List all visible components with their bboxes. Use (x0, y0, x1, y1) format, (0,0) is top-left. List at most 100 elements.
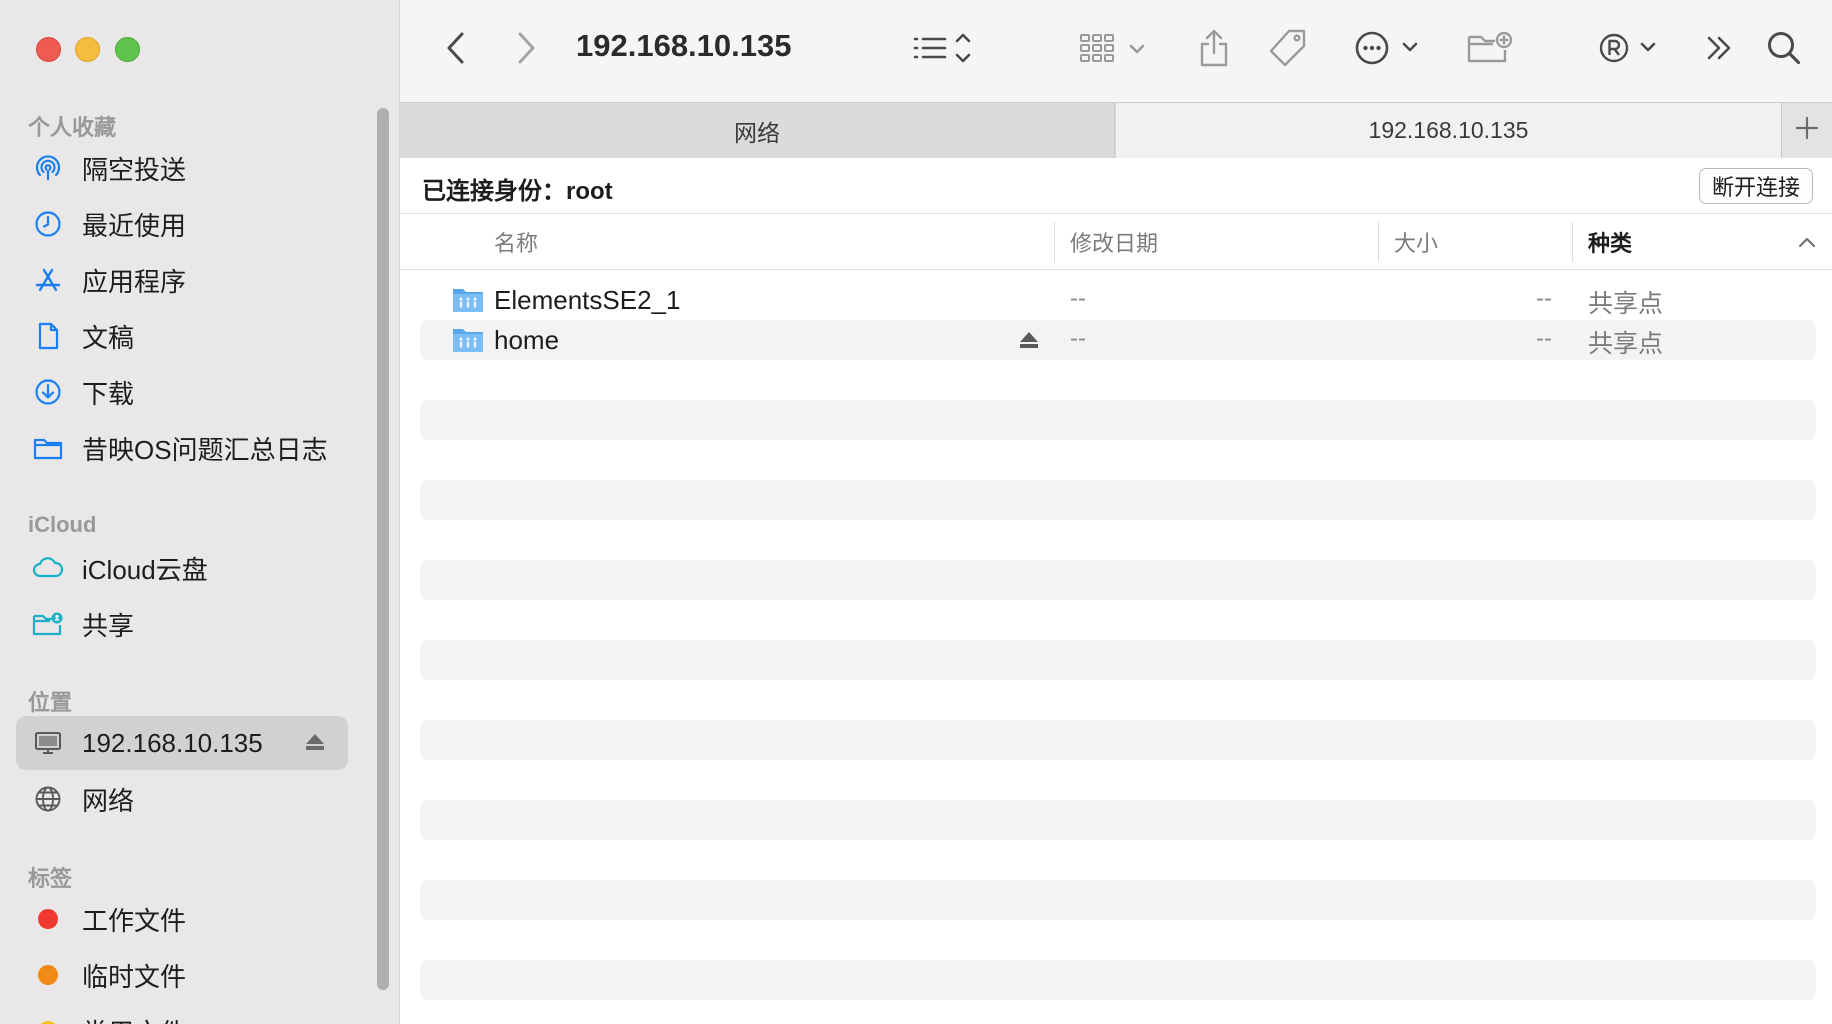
registered-button[interactable] (1596, 20, 1666, 80)
disconnect-button[interactable]: 断开连接 (1698, 168, 1813, 204)
sidebar-item-label: 常用文件 (82, 1013, 186, 1024)
search-button[interactable] (1762, 20, 1806, 80)
file-name: home (494, 325, 560, 355)
sidebar-item-label: 隔空投送 (82, 154, 187, 185)
forward-icon (515, 31, 537, 70)
download-icon (26, 365, 70, 419)
close-window-button[interactable] (36, 37, 61, 62)
file-modified: -- (1070, 285, 1086, 312)
applications-icon (26, 253, 70, 307)
globe-icon (26, 772, 70, 826)
sidebar-item-label: 共享 (82, 610, 135, 641)
minimize-window-button[interactable] (75, 37, 100, 62)
folder-icon (26, 421, 70, 475)
group-button[interactable] (1078, 20, 1154, 80)
file-kind: 共享点 (1588, 330, 1664, 358)
sidebar-section-icloud: iCloud (28, 512, 97, 537)
file-size: -- (1536, 325, 1552, 352)
document-icon (26, 309, 70, 363)
cloud-icon (26, 541, 70, 595)
grid-view-icon (1078, 31, 1154, 70)
column-size[interactable]: 大小 (1394, 214, 1438, 269)
toolbar: 192.168.10.135 (400, 0, 1832, 102)
eject-icon[interactable] (304, 732, 326, 757)
sidebar-item-downloads[interactable]: 下载 (16, 365, 348, 419)
column-name[interactable]: 名称 (494, 214, 538, 269)
overflow-icon (1703, 33, 1737, 68)
column-divider[interactable] (1378, 222, 1379, 262)
new-folder-button[interactable] (1466, 20, 1514, 80)
shared-folder-icon (452, 326, 484, 359)
sidebar: 个人收藏 隔空投送 最近使用 应用程序 文稿 下载 昔映OS问题汇总日志 iCl… (0, 0, 400, 1024)
registered-icon (1596, 30, 1666, 71)
sidebar-item-label: 临时文件 (82, 961, 187, 992)
sidebar-item-label: 昔映OS问题汇总日志 (82, 434, 328, 465)
shared-folder-icon (26, 597, 70, 651)
sidebar-section-favorites: 个人收藏 (28, 115, 117, 140)
column-header: 名称 修改日期 大小 种类 (400, 214, 1832, 270)
plus-icon (1795, 116, 1819, 145)
sidebar-section-tags: 标签 (28, 866, 73, 891)
empty-row-stripe (420, 560, 1816, 600)
view-options-button[interactable] (910, 20, 990, 80)
table-row[interactable]: ElementsSE2_1 -- -- 共享点 (420, 280, 1816, 320)
sidebar-item-tag-common[interactable]: 常用文件 (16, 1004, 348, 1024)
new-tab-button[interactable] (1781, 103, 1832, 158)
file-kind: 共享点 (1588, 290, 1664, 318)
forward-button[interactable] (506, 20, 546, 80)
connection-status: 已连接身份：root (422, 178, 613, 205)
tab-network[interactable]: 网络 (400, 103, 1115, 158)
empty-row-stripe (420, 960, 1816, 1000)
more-actions-button[interactable] (1354, 20, 1424, 80)
sidebar-item-tag-work[interactable]: 工作文件 (16, 892, 348, 946)
sidebar-item-documents[interactable]: 文稿 (16, 309, 348, 363)
table-row[interactable]: home -- -- 共享点 (420, 320, 1816, 360)
connection-bar: 已连接身份：root 断开连接 (400, 158, 1832, 214)
file-name: ElementsSE2_1 (494, 285, 681, 315)
sidebar-section-locations: 位置 (28, 690, 73, 715)
back-icon (445, 31, 467, 70)
tab-server[interactable]: 192.168.10.135 (1116, 103, 1781, 158)
sort-ascending-icon[interactable] (1798, 214, 1816, 269)
share-button[interactable] (1194, 20, 1234, 80)
empty-row-stripe (420, 400, 1816, 440)
sidebar-item-label: 最近使用 (82, 210, 187, 241)
sidebar-item-tag-temp[interactable]: 临时文件 (16, 948, 348, 1002)
empty-row-stripe (420, 640, 1816, 680)
sidebar-item-label: 下载 (82, 378, 135, 409)
shared-folder-icon (452, 286, 484, 319)
sidebar-scrollbar[interactable] (377, 108, 389, 990)
sidebar-item-label: 工作文件 (82, 905, 187, 936)
eject-icon[interactable] (1018, 330, 1040, 355)
window-title: 192.168.10.135 (576, 28, 792, 63)
sidebar-item-applications[interactable]: 应用程序 (16, 253, 348, 307)
tag-button[interactable] (1266, 20, 1310, 80)
new-folder-icon (1466, 30, 1514, 71)
tab-bar: 网络 192.168.10.135 (400, 102, 1832, 158)
tag-icon (1267, 27, 1309, 74)
column-divider[interactable] (1572, 222, 1573, 262)
sidebar-item-airdrop[interactable]: 隔空投送 (16, 141, 348, 195)
column-modified[interactable]: 修改日期 (1070, 214, 1158, 269)
column-kind[interactable]: 种类 (1588, 214, 1632, 269)
sidebar-item-icloud-drive[interactable]: iCloud云盘 (16, 541, 348, 595)
server-icon (26, 716, 70, 770)
zoom-window-button[interactable] (115, 37, 140, 62)
sidebar-item-folder[interactable]: 昔映OS问题汇总日志 (16, 421, 348, 475)
column-divider[interactable] (1054, 222, 1055, 262)
sidebar-item-label: 应用程序 (82, 266, 187, 297)
sidebar-item-shared[interactable]: 共享 (16, 597, 348, 651)
sidebar-item-label: 文稿 (82, 322, 135, 353)
back-button[interactable] (436, 20, 476, 80)
overflow-button[interactable] (1700, 20, 1740, 80)
empty-row-stripe (420, 880, 1816, 920)
sidebar-item-label: iCloud云盘 (82, 554, 208, 585)
sidebar-item-label: 网络 (82, 785, 135, 816)
sidebar-item-server[interactable]: 192.168.10.135 (16, 716, 348, 770)
empty-row-stripe (420, 720, 1816, 760)
sidebar-item-network[interactable]: 网络 (16, 772, 348, 826)
share-icon (1197, 28, 1231, 73)
empty-row-stripe (420, 480, 1816, 520)
file-size: -- (1536, 285, 1552, 312)
sidebar-item-recents[interactable]: 最近使用 (16, 197, 348, 251)
